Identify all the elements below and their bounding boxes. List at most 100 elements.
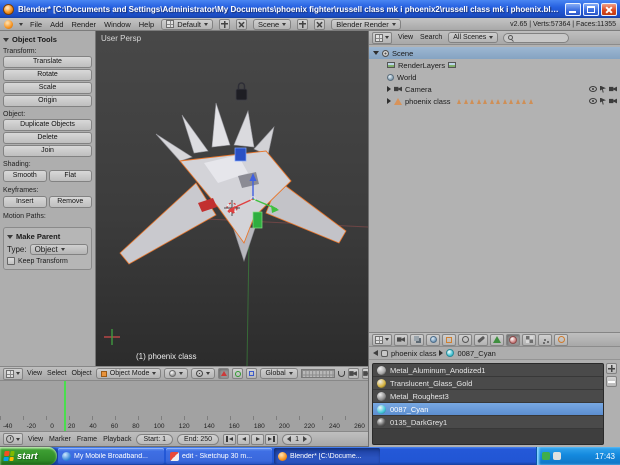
- breadcrumb-back-icon[interactable]: [373, 350, 378, 356]
- tray-icon-2[interactable]: [553, 452, 561, 460]
- lamp-object[interactable]: [236, 83, 247, 100]
- tab-scene[interactable]: [410, 334, 424, 346]
- menu-help[interactable]: Help: [138, 20, 155, 29]
- menu-frame[interactable]: Frame: [76, 436, 98, 443]
- current-frame-field[interactable]: 1: [282, 434, 312, 445]
- spaceship-model[interactable]: [120, 103, 346, 264]
- delete-button[interactable]: Delete: [3, 132, 92, 144]
- scene-add-button[interactable]: [297, 19, 308, 30]
- viewport-3d[interactable]: User Persp (1) phoenix class: [96, 31, 368, 366]
- menu-search[interactable]: Search: [419, 34, 443, 41]
- visibility-toggle-icon[interactable]: [589, 86, 597, 92]
- menu-render[interactable]: Render: [70, 20, 97, 29]
- tray-icon-1[interactable]: [542, 452, 550, 460]
- timeline-editor[interactable]: -40 -20 0 20 40 60 80 100 120 140 160 18…: [0, 381, 368, 431]
- play-reverse-button[interactable]: [237, 434, 250, 445]
- join-button[interactable]: Join: [3, 145, 92, 157]
- close-button[interactable]: [601, 3, 617, 16]
- breadcrumb-object[interactable]: phoenix class: [391, 349, 436, 358]
- tab-render[interactable]: [394, 334, 408, 346]
- flat-button[interactable]: Flat: [49, 170, 93, 182]
- menu-view[interactable]: View: [397, 34, 414, 41]
- tab-object[interactable]: [442, 334, 456, 346]
- play-button[interactable]: [251, 434, 264, 445]
- breadcrumb-material[interactable]: 0087_Cyan: [457, 349, 495, 358]
- expander-closed-icon[interactable]: [387, 86, 391, 92]
- start-button[interactable]: start: [0, 447, 57, 465]
- tree-item-world[interactable]: World: [369, 71, 620, 83]
- tab-data[interactable]: [490, 334, 504, 346]
- remove-keyframe-button[interactable]: Remove: [49, 196, 93, 208]
- material-slots-list[interactable]: Metal_Aluminum_Anodized1 Translucent_Gla…: [372, 363, 604, 445]
- renderability-toggle-icon[interactable]: [609, 98, 617, 104]
- manipulator-rotate-toggle[interactable]: [232, 368, 243, 379]
- editor-type-button[interactable]: [372, 32, 392, 44]
- menu-object[interactable]: Object: [71, 370, 93, 377]
- material-slot-row[interactable]: 0135_DarkGrey1: [373, 416, 603, 429]
- viewport-shading-dropdown[interactable]: [164, 368, 188, 379]
- pivot-dropdown[interactable]: [191, 368, 215, 379]
- display-filter-dropdown[interactable]: All Scenes: [448, 32, 498, 43]
- jump-to-start-button[interactable]: [223, 434, 236, 445]
- taskbar-button-blender[interactable]: Blender* [C:\Docume...: [274, 448, 380, 464]
- manipulator-scale-toggle[interactable]: [246, 368, 257, 379]
- editor-type-button[interactable]: [3, 368, 23, 380]
- selectability-toggle-icon[interactable]: [600, 98, 606, 105]
- mode-dropdown[interactable]: Object Mode: [96, 368, 162, 379]
- make-parent-panel-header[interactable]: Make Parent: [7, 232, 88, 241]
- menu-playback[interactable]: Playback: [102, 436, 132, 443]
- tab-modifiers[interactable]: [474, 334, 488, 346]
- expander-closed-icon[interactable]: [387, 98, 391, 104]
- menu-view[interactable]: View: [26, 370, 43, 377]
- maximize-button[interactable]: [583, 3, 599, 16]
- layers-widget[interactable]: [301, 369, 335, 378]
- tab-physics[interactable]: [554, 334, 568, 346]
- expander-open-icon[interactable]: [373, 51, 379, 55]
- material-slot-row[interactable]: Metal_Roughest3: [373, 390, 603, 403]
- editor-type-button[interactable]: [372, 334, 392, 346]
- material-slot-row[interactable]: 0087_Cyan: [373, 403, 603, 416]
- translate-button[interactable]: Translate: [3, 56, 92, 68]
- render-still-button[interactable]: [348, 368, 359, 379]
- decrement-arrow-icon[interactable]: [287, 436, 291, 442]
- tree-item-camera[interactable]: Camera: [369, 83, 620, 95]
- minimize-button[interactable]: [565, 3, 581, 16]
- outliner-search-input[interactable]: [503, 33, 569, 43]
- taskbar-button-broadband[interactable]: My Mobile Broadband...: [58, 448, 164, 464]
- add-material-slot-button[interactable]: [606, 363, 617, 374]
- material-slot-row[interactable]: Translucent_Glass_Gold: [373, 377, 603, 390]
- tab-constraints[interactable]: [458, 334, 472, 346]
- keep-transform-checkbox[interactable]: [7, 257, 15, 265]
- insert-keyframe-button[interactable]: Insert: [3, 196, 47, 208]
- end-frame-field[interactable]: End: 250: [177, 434, 219, 445]
- remove-material-slot-button[interactable]: [606, 376, 617, 387]
- duplicate-objects-button[interactable]: Duplicate Objects: [3, 119, 92, 131]
- layout-delete-button[interactable]: [236, 19, 247, 30]
- tree-item-phoenix-class[interactable]: phoenix class: [369, 95, 620, 107]
- tab-texture[interactable]: [522, 334, 536, 346]
- scale-button[interactable]: Scale: [3, 82, 92, 94]
- smooth-button[interactable]: Smooth: [3, 170, 47, 182]
- parent-type-dropdown[interactable]: Object: [30, 244, 88, 255]
- tab-particles[interactable]: [538, 334, 552, 346]
- tab-world[interactable]: [426, 334, 440, 346]
- start-frame-field[interactable]: Start: 1: [136, 434, 173, 445]
- editor-type-button[interactable]: [3, 433, 23, 445]
- snap-magnet-icon[interactable]: [338, 371, 345, 377]
- render-engine-dropdown[interactable]: Blender Render: [331, 19, 401, 30]
- menu-file[interactable]: File: [29, 20, 43, 29]
- manipulator-translate-toggle[interactable]: [218, 368, 229, 379]
- timeline-playhead[interactable]: [64, 381, 66, 431]
- scene-delete-button[interactable]: [314, 19, 325, 30]
- renderability-toggle-icon[interactable]: [609, 86, 617, 92]
- orientation-dropdown[interactable]: Global: [260, 368, 297, 379]
- menu-marker[interactable]: Marker: [48, 436, 72, 443]
- blender-menu-icon[interactable]: [4, 20, 13, 29]
- visibility-toggle-icon[interactable]: [589, 98, 597, 104]
- origin-button[interactable]: Origin: [3, 95, 92, 107]
- rotate-button[interactable]: Rotate: [3, 69, 92, 81]
- selectability-toggle-icon[interactable]: [600, 86, 606, 93]
- menu-select[interactable]: Select: [46, 370, 67, 377]
- tab-material[interactable]: [506, 334, 520, 346]
- material-slot-row[interactable]: Metal_Aluminum_Anodized1: [373, 364, 603, 377]
